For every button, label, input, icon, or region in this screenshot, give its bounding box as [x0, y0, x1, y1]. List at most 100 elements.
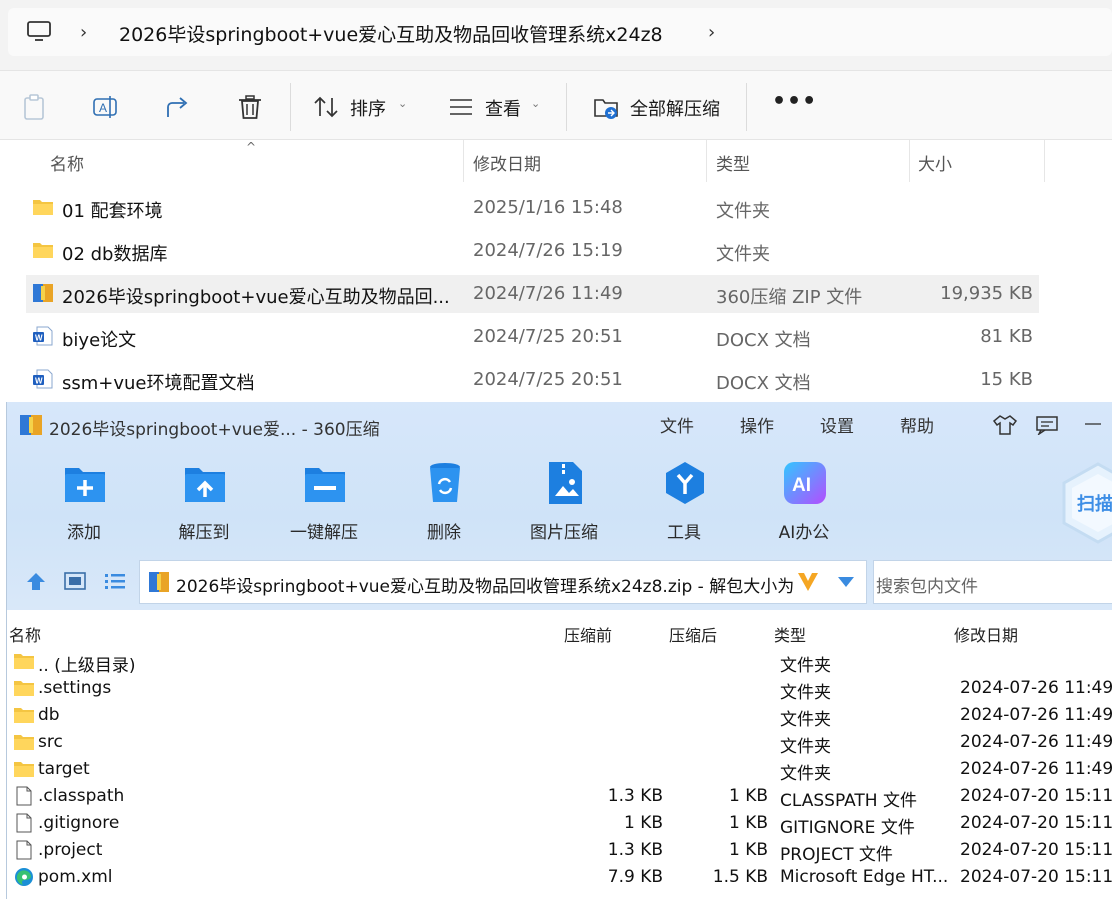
- breadcrumb-current-folder[interactable]: 2026毕设springboot+vue爱心互助及物品回收管理系统x24z8: [119, 20, 663, 47]
- file-row[interactable]: 01 配套环境 2025/1/16 15:48 文件夹: [26, 189, 1039, 227]
- archive-item-packed: 1 KB: [623, 813, 663, 833]
- recycle-bin-icon: [430, 463, 460, 502]
- path-dropdown-icon[interactable]: [837, 576, 855, 588]
- archive-item-packed: 1.3 KB: [607, 840, 663, 860]
- delete-archive-item-button[interactable]: 删除: [394, 460, 494, 550]
- minimize-icon[interactable]: [1085, 422, 1101, 426]
- archive-item-modified: 2024-07-20 15:11: [960, 813, 1112, 833]
- extract-all-button[interactable]: 全部解压缩: [630, 95, 720, 121]
- extract-all-icon[interactable]: [592, 93, 620, 121]
- file-row[interactable]: W biye论文 2024/7/25 20:51 DOCX 文档 81 KB: [26, 318, 1039, 356]
- menu-help[interactable]: 帮助: [900, 412, 934, 437]
- zip-column-header: 名称 压缩前 压缩后 类型 修改日期: [7, 618, 1112, 648]
- add-button[interactable]: 添加: [34, 460, 134, 550]
- sort-ascending-indicator-icon: ^: [246, 140, 257, 154]
- file-date: 2024/7/25 20:51: [473, 369, 623, 390]
- zip-column-type[interactable]: 类型: [774, 622, 806, 646]
- delete-icon[interactable]: [236, 93, 264, 121]
- archive-item-name: src: [38, 732, 63, 752]
- archive-item-modified: 2024-07-26 11:49: [960, 678, 1112, 698]
- archive-search-input[interactable]: 搜索包内文件: [873, 560, 1112, 604]
- column-name[interactable]: 名称: [50, 150, 84, 175]
- archive-item-name: .settings: [38, 678, 112, 698]
- sort-dropdown-chevron-icon[interactable]: ⌄: [398, 97, 407, 110]
- file-size: 81 KB: [980, 326, 1033, 347]
- archive-row[interactable]: .gitignore 1 KB 1 KB GITIGNORE 文件 2024-0…: [7, 810, 1112, 838]
- file-date: 2024/7/26 11:49: [473, 283, 623, 304]
- archive-row[interactable]: .classpath 1.3 KB 1 KB CLASSPATH 文件 2024…: [7, 783, 1112, 811]
- zip-column-compressed[interactable]: 压缩后: [669, 622, 717, 646]
- zip-window: 2026毕设springboot+vue爱... - 360压缩 文件 操作 设…: [6, 402, 1112, 899]
- skin-tshirt-icon[interactable]: [992, 414, 1018, 436]
- column-divider[interactable]: [463, 140, 464, 182]
- add-label: 添加: [67, 523, 101, 543]
- feedback-icon[interactable]: [1035, 415, 1059, 435]
- file-row[interactable]: 02 db数据库 2024/7/26 15:19 文件夹: [26, 232, 1039, 270]
- zip-column-name[interactable]: 名称: [9, 622, 41, 646]
- file-size: 15 KB: [980, 369, 1033, 390]
- archive-row[interactable]: target 文件夹 2024-07-26 11:49: [7, 756, 1112, 784]
- file-row-selected[interactable]: 2026毕设springboot+vue爱心互助及物品回... 2024/7/2…: [26, 275, 1039, 313]
- svg-text:A: A: [99, 101, 107, 115]
- ai-office-button[interactable]: AI AI办公: [754, 460, 854, 550]
- one-click-extract-button[interactable]: 一键解压: [274, 460, 374, 550]
- column-divider[interactable]: [1044, 140, 1045, 182]
- menu-settings[interactable]: 设置: [820, 412, 854, 437]
- archive-row[interactable]: .. (上级目录) 文件夹: [7, 648, 1112, 676]
- toolbar-separator: [746, 83, 747, 131]
- rename-icon[interactable]: A: [92, 93, 120, 121]
- zip-column-packed[interactable]: 压缩前: [564, 622, 612, 646]
- file-icon: [16, 813, 32, 833]
- zip-app-icon: [20, 415, 42, 435]
- archive-path-text: 2026毕设springboot+vue爱心互助及物品回收管理系统x24z8.z…: [176, 577, 796, 597]
- view-dropdown-chevron-icon[interactable]: ⌄: [531, 97, 540, 110]
- breadcrumb-chevron-icon[interactable]: ›: [80, 22, 87, 43]
- file-row[interactable]: W ssm+vue环境配置文档 2024/7/25 20:51 DOCX 文档 …: [26, 361, 1039, 399]
- archive-row[interactable]: pom.xml 7.9 KB 1.5 KB Microsoft Edge HT.…: [7, 864, 1112, 891]
- list-view-icon[interactable]: [104, 572, 126, 590]
- svg-text:AI: AI: [792, 475, 811, 496]
- archive-item-type: GITIGNORE 文件: [780, 818, 915, 838]
- edge-icon: [15, 868, 33, 886]
- archive-row[interactable]: src 文件夹 2024-07-26 11:49: [7, 729, 1112, 757]
- menu-operation[interactable]: 操作: [740, 412, 774, 437]
- menu-file[interactable]: 文件: [660, 412, 694, 437]
- scan-badge-icon[interactable]: 扫描: [1062, 462, 1112, 544]
- archive-row[interactable]: .settings 文件夹 2024-07-26 11:49: [7, 675, 1112, 703]
- column-divider[interactable]: [909, 140, 910, 182]
- up-level-icon[interactable]: [25, 571, 47, 591]
- zip-archive-icon: [33, 284, 53, 302]
- extract-to-button[interactable]: 解压到: [154, 460, 254, 550]
- column-date-modified[interactable]: 修改日期: [473, 150, 541, 175]
- sort-icon[interactable]: [313, 95, 339, 119]
- zip-archive-icon: [149, 572, 169, 592]
- archive-item-modified: 2024-07-20 15:11: [960, 867, 1112, 887]
- more-options-icon[interactable]: •••: [772, 89, 817, 114]
- folder-icon: [14, 681, 34, 696]
- share-icon[interactable]: [164, 93, 192, 121]
- view-icon[interactable]: [448, 97, 474, 117]
- vip-v-icon[interactable]: [796, 571, 820, 593]
- breadcrumb-expand-chevron-icon[interactable]: ›: [708, 22, 715, 43]
- this-pc-icon[interactable]: [26, 20, 52, 42]
- archive-row[interactable]: db 文件夹 2024-07-26 11:49: [7, 702, 1112, 730]
- file-icon: [16, 840, 32, 860]
- file-type: 文件夹: [716, 201, 770, 222]
- image-compress-button[interactable]: 图片压缩: [514, 460, 614, 550]
- folder-icon: [14, 708, 34, 723]
- view-button[interactable]: 查看: [485, 95, 521, 121]
- paste-icon[interactable]: [20, 93, 48, 121]
- column-divider[interactable]: [706, 140, 707, 182]
- file-size: 19,935 KB: [940, 283, 1033, 304]
- archive-row[interactable]: .project 1.3 KB 1 KB PROJECT 文件 2024-07-…: [7, 837, 1112, 865]
- file-name: 02 db数据库: [62, 244, 168, 265]
- column-size[interactable]: 大小: [918, 150, 952, 175]
- zip-column-modified[interactable]: 修改日期: [954, 622, 1018, 646]
- archive-item-compressed: 1 KB: [728, 840, 768, 860]
- sort-button[interactable]: 排序: [350, 95, 386, 121]
- thumbnail-view-icon[interactable]: [64, 572, 86, 590]
- column-type[interactable]: 类型: [716, 150, 750, 175]
- tools-button[interactable]: 工具: [634, 460, 734, 550]
- archive-path-box[interactable]: 2026毕设springboot+vue爱心互助及物品回收管理系统x24z8.z…: [139, 560, 867, 604]
- image-compress-label: 图片压缩: [530, 523, 598, 543]
